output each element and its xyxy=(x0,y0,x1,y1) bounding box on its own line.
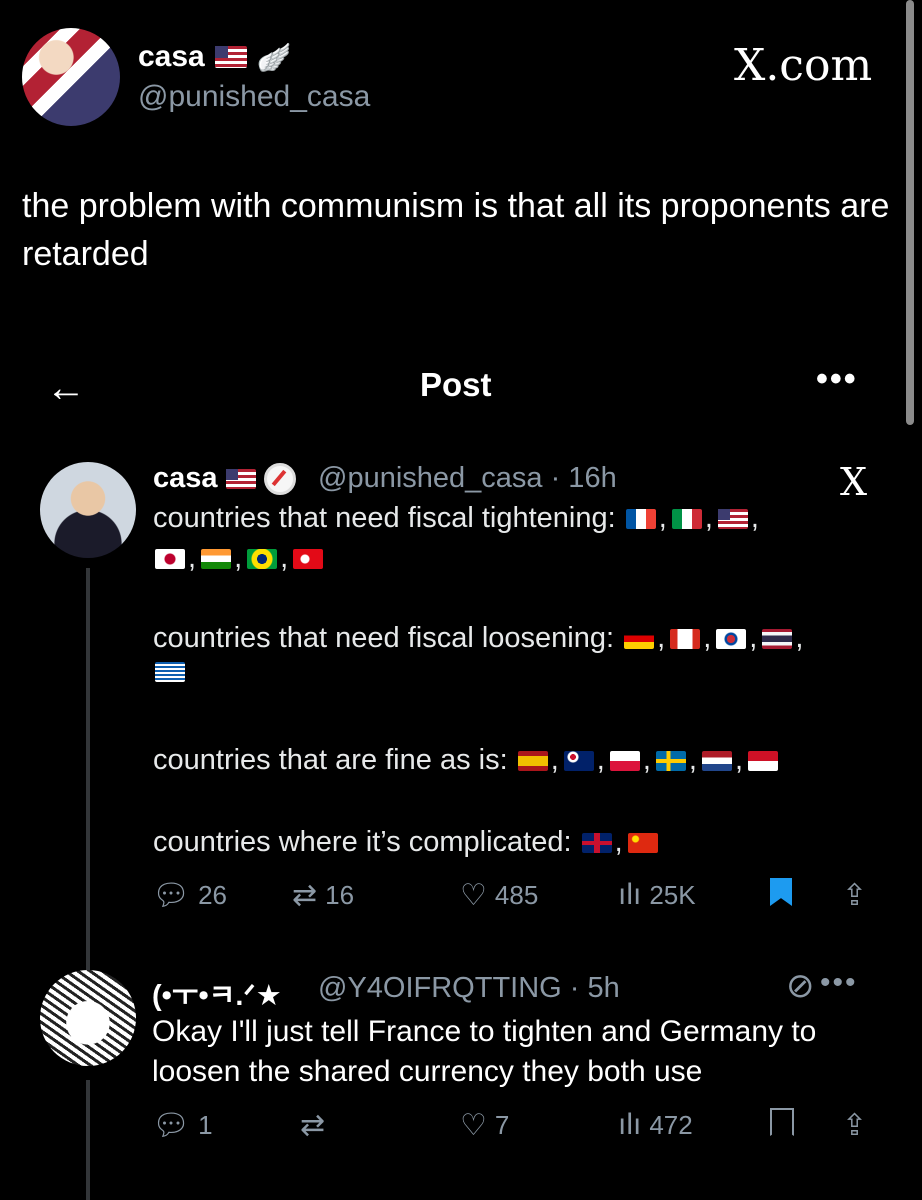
japan-flag-icon xyxy=(155,548,185,569)
author-name[interactable]: (•ㅜ•ㅋ.ᐟ★ xyxy=(152,972,282,1014)
like-button[interactable]: ♡ 485 xyxy=(460,878,538,913)
repost-icon: ⇄ xyxy=(300,1109,326,1142)
x-com-logo: X.com xyxy=(734,40,873,91)
reply-icon: 💬︎ xyxy=(152,1109,191,1142)
views-button[interactable]: ılı 472 xyxy=(618,1108,693,1142)
thailand-flag-icon xyxy=(762,628,793,649)
bookmark-button[interactable] xyxy=(770,878,792,906)
spain-flag-icon xyxy=(517,750,548,771)
post-line: countries that need fiscal tightening: ,… xyxy=(153,502,759,534)
tweet-text: the problem with communism is that all i… xyxy=(22,187,890,273)
reply-icon: 💬︎ xyxy=(152,879,191,912)
author-handle-time[interactable]: @Y4OIFRQTTING · 5h xyxy=(318,972,620,1005)
thread-connector xyxy=(86,568,90,978)
author-name[interactable]: casa xyxy=(153,462,296,495)
author-handle[interactable]: @punished_casa xyxy=(138,80,370,114)
share-button[interactable]: ⇪ xyxy=(842,878,867,913)
like-button[interactable]: ♡ 7 xyxy=(460,1108,509,1143)
post-line: , , , xyxy=(153,542,325,575)
wing-icon: 🪽 xyxy=(256,41,292,73)
south-korea-flag-icon xyxy=(716,628,747,649)
reply-button[interactable]: 💬︎ 1 xyxy=(152,1108,213,1143)
india-flag-icon xyxy=(201,548,232,569)
author-name[interactable]: casa 🪽 xyxy=(138,40,292,74)
post-line: countries that need fiscal loosening: , … xyxy=(153,622,804,654)
more-options-icon[interactable]: ••• xyxy=(820,966,858,1000)
avatar[interactable] xyxy=(40,462,136,558)
repost-button[interactable]: ⇄ xyxy=(300,1108,325,1143)
greece-flag-icon xyxy=(155,662,185,682)
post-line: countries that are fine as is: , , , , , xyxy=(153,744,780,777)
reply-actions: 💬︎ 1 ⇄ ♡ 7 ılı 472 ⇪ xyxy=(152,1108,882,1148)
repost-icon: ⇄ xyxy=(292,879,318,912)
canada-flag-icon xyxy=(670,628,701,649)
share-icon: ⇪ xyxy=(842,1109,868,1142)
author-name-text: casa xyxy=(153,462,218,494)
italy-flag-icon xyxy=(671,508,702,529)
us-flag-icon xyxy=(717,508,748,529)
france-flag-icon xyxy=(625,508,656,529)
poland-flag-icon xyxy=(609,750,640,771)
bookmark-icon xyxy=(770,878,792,906)
heart-icon: ♡ xyxy=(460,1109,487,1142)
author-name-text: casa xyxy=(138,40,205,73)
post-actions: 💬︎ 26 ⇄ 16 ♡ 485 ılı 25K ⇪ xyxy=(152,878,882,918)
views-icon: ılı xyxy=(618,878,642,911)
more-options-icon[interactable]: ••• xyxy=(816,360,858,399)
compass-icon xyxy=(263,462,296,495)
us-flag-icon xyxy=(214,46,247,68)
grok-icon[interactable]: ⊘ xyxy=(786,966,815,1006)
thread-connector xyxy=(86,1080,90,1200)
netherlands-flag-icon xyxy=(701,750,732,771)
repost-button[interactable]: ⇄ 16 xyxy=(292,878,354,913)
share-icon: ⇪ xyxy=(842,879,868,912)
bookmark-button[interactable] xyxy=(770,1108,794,1136)
views-icon: ılı xyxy=(618,1108,642,1141)
brazil-flag-icon xyxy=(247,548,278,569)
back-arrow-icon[interactable]: ← xyxy=(46,366,86,411)
reply-text: Okay I'll just tell France to tighten an… xyxy=(152,1015,817,1088)
bookmark-icon xyxy=(770,1108,794,1136)
x-logo-icon: X xyxy=(840,460,868,504)
reply-button[interactable]: 💬︎ 26 xyxy=(152,878,227,913)
uk-flag-icon xyxy=(581,832,612,853)
post-line xyxy=(153,662,187,682)
turkey-flag-icon xyxy=(293,548,324,569)
germany-flag-icon xyxy=(624,628,655,649)
avatar[interactable] xyxy=(22,28,120,126)
heart-icon: ♡ xyxy=(460,879,487,912)
author-handle-time[interactable]: @punished_casa · 16h xyxy=(318,462,617,495)
indonesia-flag-icon xyxy=(748,750,779,771)
avatar[interactable] xyxy=(40,970,136,1066)
australia-flag-icon xyxy=(563,750,594,771)
us-flag-icon xyxy=(225,468,256,489)
sweden-flag-icon xyxy=(655,750,686,771)
china-flag-icon xyxy=(627,832,658,853)
share-button[interactable]: ⇪ xyxy=(842,1108,867,1143)
page-title: Post xyxy=(420,366,492,403)
post-line: countries where it’s complicated: , xyxy=(153,826,660,859)
views-button[interactable]: ılı 25K xyxy=(618,878,696,912)
scrollbar[interactable] xyxy=(906,0,914,425)
